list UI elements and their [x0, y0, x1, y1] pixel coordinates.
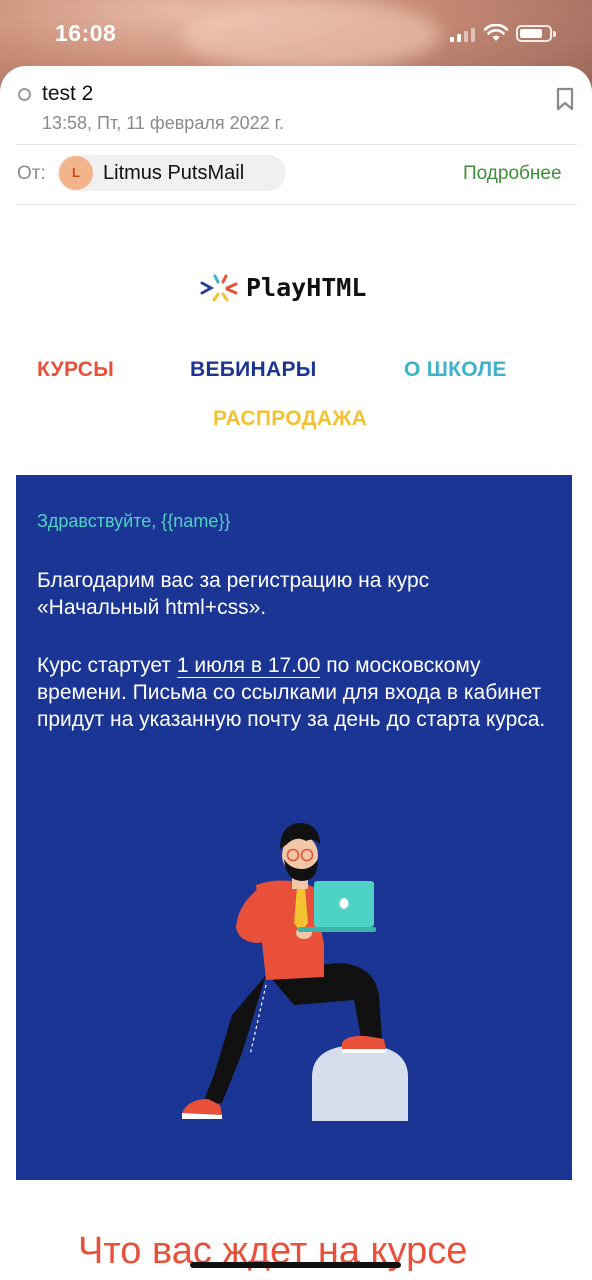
nav-link-courses[interactable]: КУРСЫ	[37, 358, 114, 382]
sender-name: Litmus PutsMail	[103, 162, 245, 184]
email-subject: test 2	[42, 82, 94, 105]
bookmark-icon[interactable]	[556, 87, 574, 111]
divider	[17, 144, 577, 145]
start-date-link[interactable]: 1 июля в 17.00	[176, 654, 321, 678]
email-date: 13:58, Пт, 11 февраля 2022 г.	[42, 113, 284, 133]
read-status-dot[interactable]	[18, 88, 31, 101]
signal-icon	[450, 28, 476, 42]
logo-text: PlayHTML	[246, 273, 367, 302]
details-link[interactable]: Подробнее	[463, 163, 562, 185]
avatar: L	[59, 156, 93, 190]
logo-mark-icon	[200, 274, 238, 302]
nav-link-sale[interactable]: РАСПРОДАЖА	[213, 407, 367, 431]
sender-chip[interactable]: L Litmus PutsMail	[57, 155, 286, 191]
welcome-card: Здравствуйте, {{name}} Благодарим вас за…	[16, 475, 572, 1180]
nav-link-about-school[interactable]: О ШКОЛЕ	[404, 358, 507, 382]
email-view: test 2 13:58, Пт, 11 февраля 2022 г. От:…	[0, 66, 592, 1280]
playhtml-logo: PlayHTML	[200, 272, 366, 306]
status-time: 16:08	[55, 20, 117, 46]
start-prefix: Курс стартует	[37, 654, 177, 677]
home-indicator[interactable]	[190, 1262, 401, 1268]
battery-icon	[516, 25, 556, 42]
status-bar: 16:08	[0, 0, 592, 66]
course-start-text: Курс стартует 1 июля в 17.00 по московск…	[37, 652, 557, 733]
thanks-text: Благодарим вас за регистрацию на курс «Н…	[37, 569, 430, 619]
nav-link-webinars[interactable]: ВЕБИНАРЫ	[190, 358, 317, 382]
from-label: От:	[17, 163, 46, 184]
wifi-icon	[484, 24, 508, 41]
divider	[17, 204, 577, 205]
developer-illustration	[182, 823, 408, 1121]
greeting-text: Здравствуйте, {{name}}	[37, 511, 231, 531]
